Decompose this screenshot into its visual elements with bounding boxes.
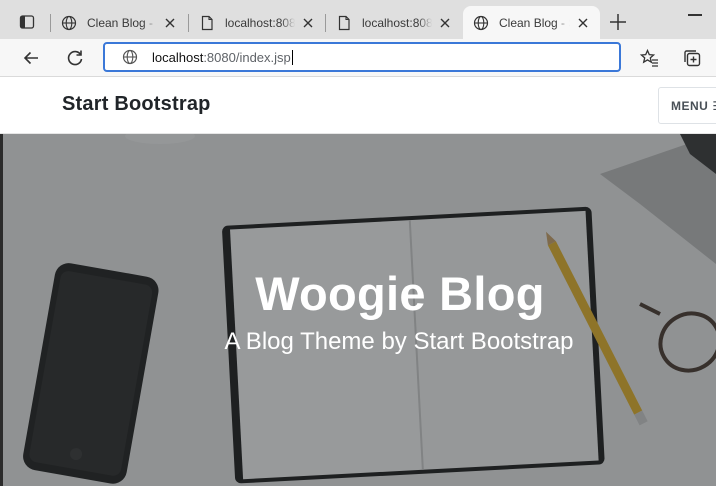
close-icon[interactable] (576, 16, 590, 30)
tab-clean-blog-active[interactable]: Clean Blog - Start Bootstrap (463, 6, 600, 39)
tab-strip: Clean Blog - Start Bootstrap localhost:8… (0, 0, 716, 39)
tab-actions-icon (19, 15, 35, 29)
url-host: localhost (152, 49, 204, 65)
collections-icon (684, 50, 701, 67)
globe-icon (122, 49, 138, 65)
web-page: Start Bootstrap MENU ☰ (0, 77, 716, 486)
close-icon[interactable] (163, 16, 177, 30)
globe-icon (473, 15, 489, 30)
tab-localhost-1[interactable]: localhost:8080/index.jsp (189, 6, 325, 39)
text-caret (291, 49, 293, 65)
collections-button[interactable] (680, 46, 704, 70)
masthead-hero: Woogie Blog A Blog Theme by Start Bootst… (0, 134, 716, 486)
globe-icon (61, 15, 77, 30)
refresh-button[interactable] (63, 46, 87, 70)
address-bar[interactable]: localhost:8080/index.jsp (103, 42, 621, 72)
site-navbar: Start Bootstrap MENU ☰ (0, 77, 716, 134)
address-url: localhost:8080/index.jsp (152, 49, 293, 65)
tab-actions-button[interactable] (8, 10, 46, 34)
hero-subtitle: A Blog Theme by Start Bootstrap (224, 328, 574, 355)
tab-title: localhost:8080/index.jsp (362, 15, 432, 30)
star-favorites-icon (639, 48, 658, 67)
tab-localhost-2[interactable]: localhost:8080/index.jsp (326, 6, 462, 39)
back-button[interactable] (19, 46, 43, 70)
tab-title: Clean Blog - Start Bootstrap (87, 15, 157, 30)
favorites-button[interactable] (637, 46, 661, 70)
back-arrow-icon (23, 51, 38, 65)
refresh-icon (67, 50, 83, 66)
background-window-edge (0, 134, 3, 486)
page-icon (201, 15, 213, 30)
url-path: :8080/index.jsp (203, 49, 291, 65)
navbar-brand[interactable]: Start Bootstrap (62, 93, 211, 116)
new-tab-icon[interactable] (607, 11, 629, 33)
tab-title: Clean Blog - Start Bootstrap (499, 15, 570, 30)
hero-title: Woogie Blog (255, 267, 545, 320)
hamburger-icon: ☰ (712, 99, 716, 113)
menu-toggle-button[interactable]: MENU ☰ (658, 87, 716, 124)
page-icon (338, 15, 350, 30)
close-icon[interactable] (438, 16, 452, 30)
tab-clean-blog-1[interactable]: Clean Blog - Start Bootstrap (51, 6, 187, 39)
browser-toolbar: localhost:8080/index.jsp (0, 39, 716, 77)
close-icon[interactable] (301, 16, 315, 30)
minimize-icon[interactable] (688, 14, 702, 16)
menu-label: MENU (671, 98, 709, 113)
tab-title: localhost:8080/index.jsp (225, 15, 295, 30)
